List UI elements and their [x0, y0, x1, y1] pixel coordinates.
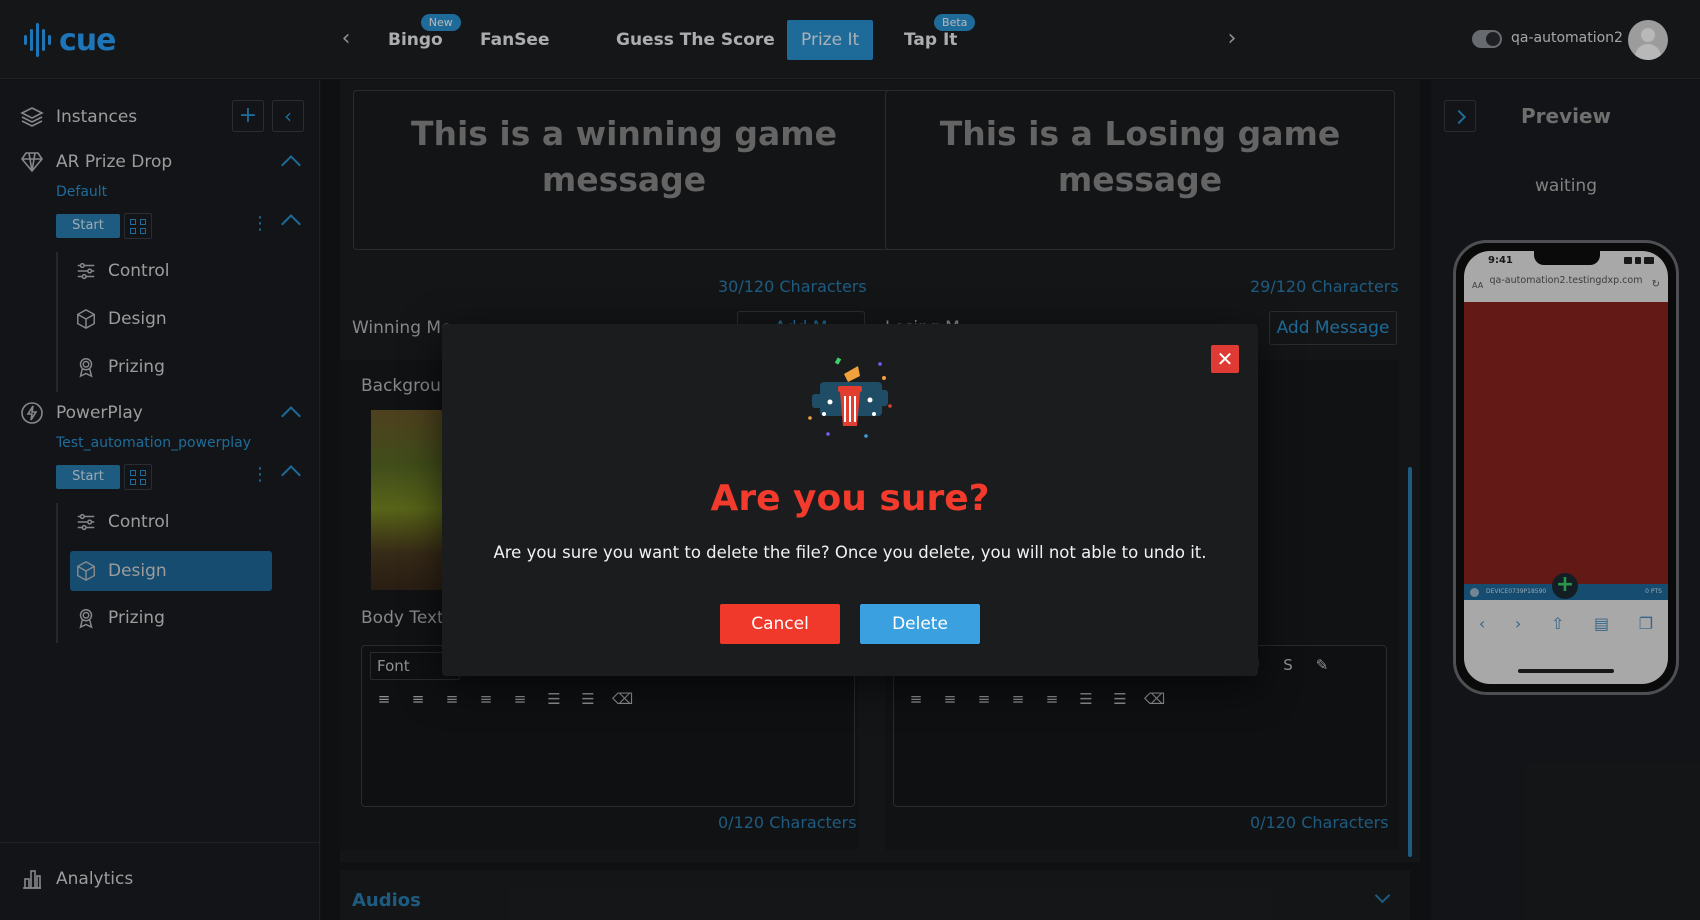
- dialog-message: Are you sure you want to delete the file…: [493, 543, 1207, 562]
- close-icon[interactable]: ✕: [1211, 345, 1239, 373]
- dialog-title: Are you sure?: [710, 478, 990, 519]
- confirm-delete-dialog: ✕ Are you sure? Are you sure you want to…: [442, 324, 1258, 676]
- cancel-button[interactable]: Cancel: [720, 604, 840, 644]
- delete-button[interactable]: Delete: [860, 604, 980, 644]
- trash-illustration-icon: [800, 352, 900, 442]
